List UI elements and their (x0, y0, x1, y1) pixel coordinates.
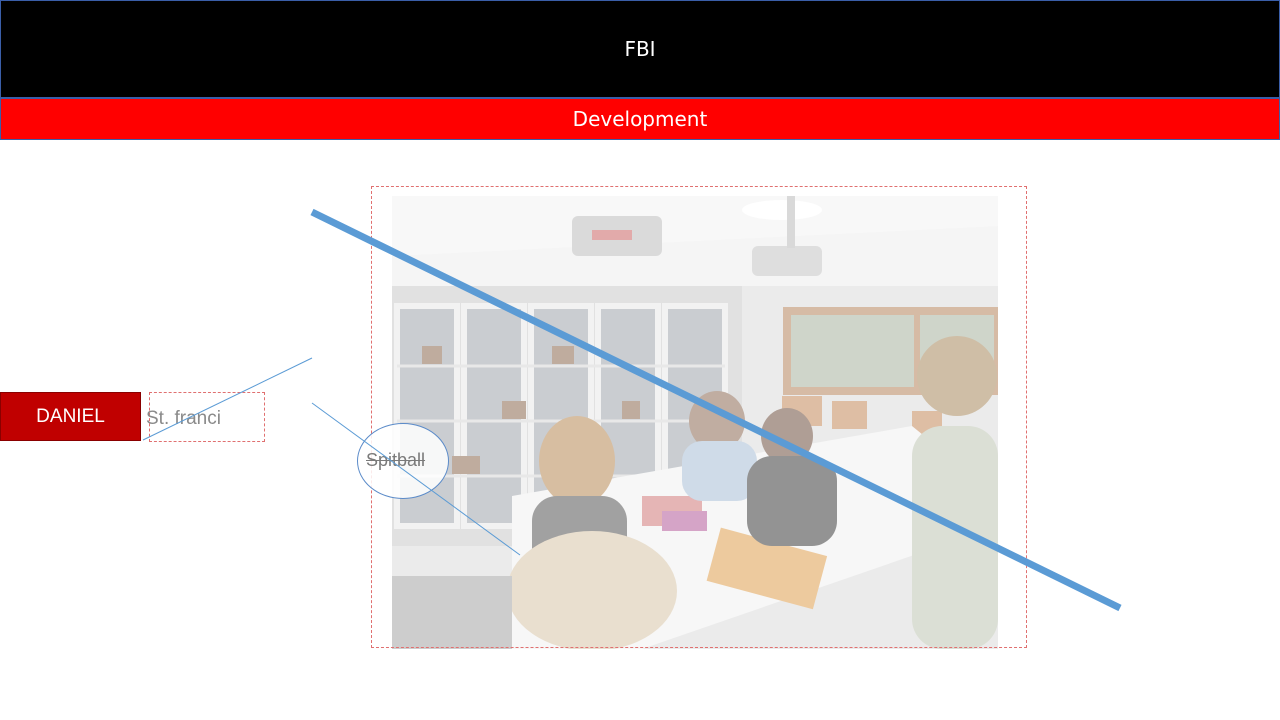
slide-subtitle: Development (572, 107, 708, 131)
slide-title: FBI (624, 37, 656, 61)
spitball-label: Spitball (366, 450, 426, 470)
place-text[interactable]: St. franci (146, 408, 221, 430)
name-tag[interactable]: DANIEL (0, 392, 141, 441)
title-bar: FBI (0, 0, 1280, 98)
photo-selection-frame[interactable] (371, 186, 1027, 648)
slide-canvas: FBI Development DANIEL St. franci Spitba… (0, 0, 1280, 720)
person-name: DANIEL (36, 405, 105, 427)
subtitle-bar: Development (0, 98, 1280, 140)
